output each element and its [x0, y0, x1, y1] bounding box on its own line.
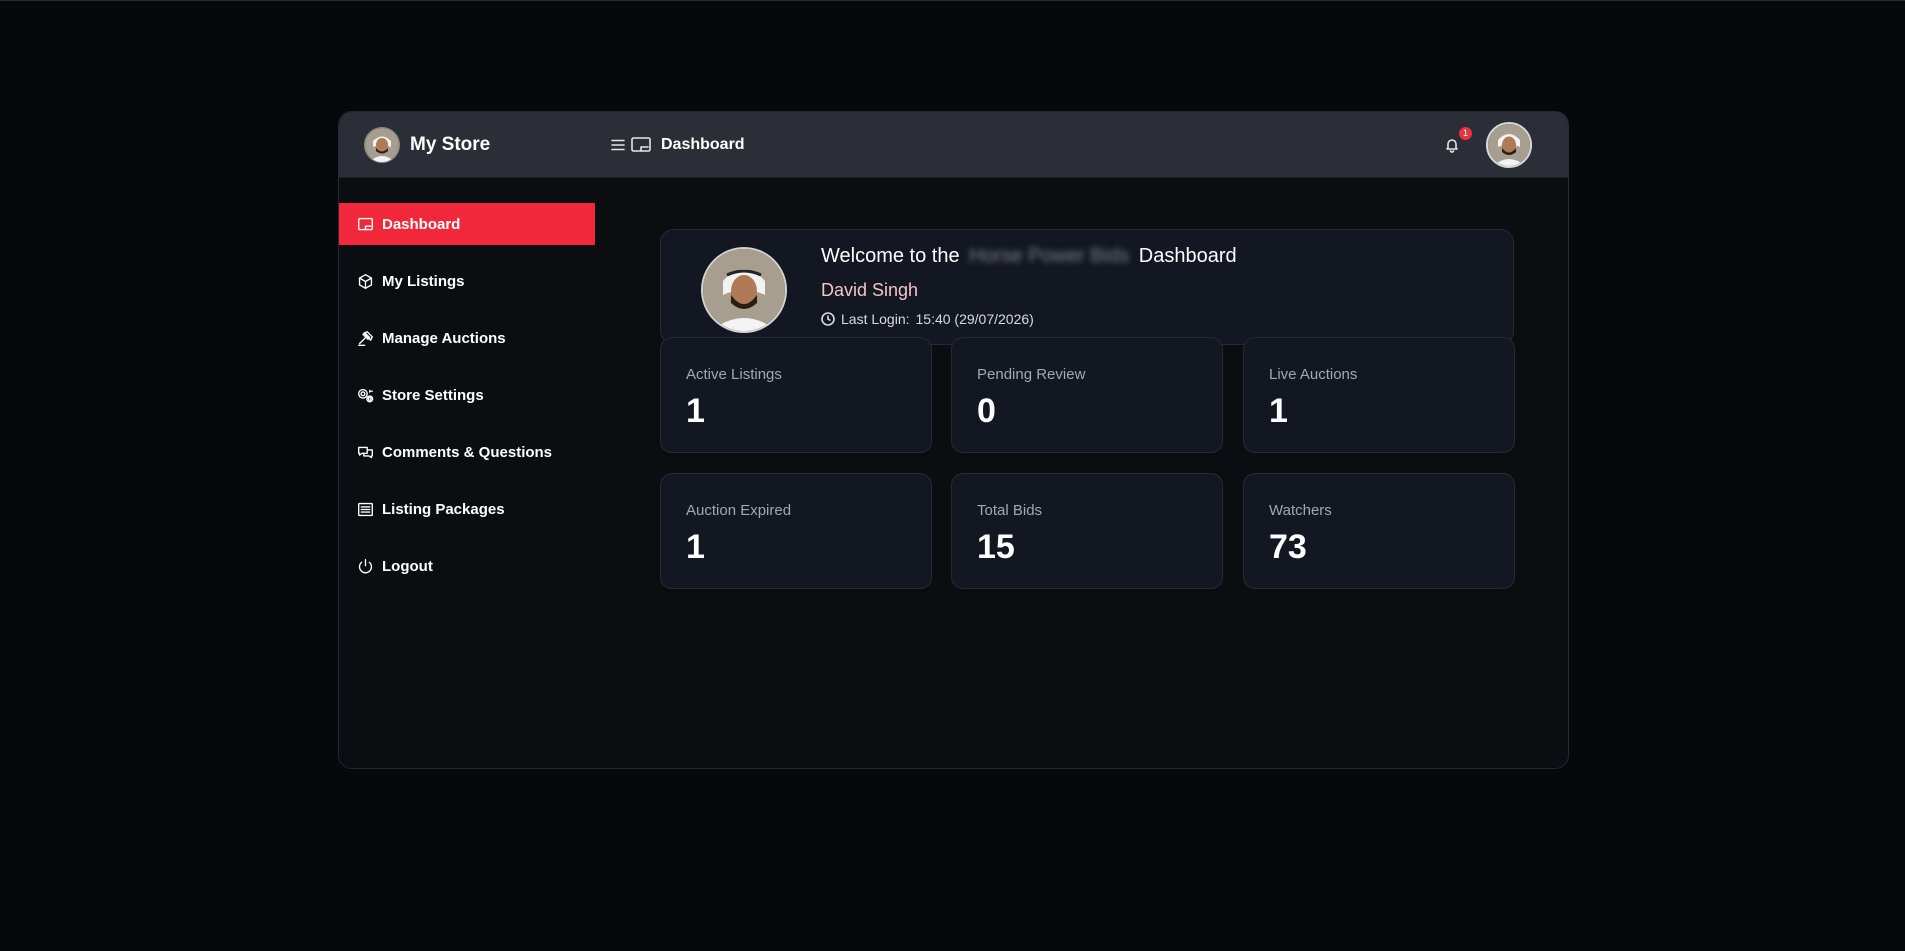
sidebar-item-logout[interactable]: Logout: [339, 545, 595, 587]
stat-label: Watchers: [1269, 502, 1332, 519]
stat-label: Total Bids: [977, 502, 1043, 519]
stat-value: 1: [686, 392, 705, 430]
notification-badge: 1: [1459, 126, 1472, 140]
dashboard-icon: [356, 215, 374, 233]
gavel-icon: [356, 329, 374, 347]
stat-card-active-listings[interactable]: Active Listings 1: [660, 337, 932, 453]
page: My Store Dashboard My Listings Manage Au…: [0, 0, 1905, 951]
top-bar: Dashboard 1: [595, 112, 1568, 178]
sidebar-item-label: Logout: [382, 557, 433, 575]
stat-label: Live Auctions: [1269, 366, 1358, 383]
settings-icon: [356, 386, 374, 404]
stat-label: Active Listings: [686, 366, 782, 383]
sidebar-item-label: Manage Auctions: [382, 329, 506, 347]
user-avatar[interactable]: [1486, 121, 1532, 168]
sidebar-item-my-listings[interactable]: My Listings: [339, 260, 595, 302]
sidebar-item-label: Listing Packages: [382, 500, 505, 518]
stat-card-total-bids[interactable]: Total Bids 15: [951, 473, 1223, 589]
last-login: Last Login: 15:40 (29/07/2026): [821, 311, 1237, 327]
sidebar-item-label: Dashboard: [382, 215, 461, 233]
sidebar-item-label: My Listings: [382, 272, 465, 290]
store-avatar: [364, 126, 400, 163]
main-content: Welcome to the Horse Power Bids Dashboar…: [595, 178, 1568, 768]
stat-value: 73: [1269, 528, 1307, 566]
sidebar-nav: Dashboard My Listings Manage Auctions St…: [339, 203, 595, 587]
blurred-brand-name: Horse Power Bids: [969, 245, 1130, 267]
welcome-text: Welcome to the Horse Power Bids Dashboar…: [821, 245, 1237, 327]
welcome-title-prefix: Welcome to the: [821, 245, 960, 267]
list-icon: [356, 500, 374, 518]
welcome-title: Welcome to the Horse Power Bids Dashboar…: [821, 245, 1237, 268]
stat-value: 1: [1269, 392, 1288, 430]
page-title: Dashboard: [661, 135, 745, 153]
notifications-button[interactable]: 1: [1442, 126, 1472, 155]
stat-card-live-auctions[interactable]: Live Auctions 1: [1243, 337, 1515, 453]
sidebar-item-label: Comments & Questions: [382, 443, 553, 461]
dashboard-icon: [631, 136, 651, 154]
clock-icon: [821, 312, 835, 326]
sidebar-item-manage-auctions[interactable]: Manage Auctions: [339, 317, 595, 359]
sidebar-item-listing-packages[interactable]: Listing Packages: [339, 488, 595, 530]
stat-card-watchers[interactable]: Watchers 73: [1243, 473, 1515, 589]
stat-card-auction-expired[interactable]: Auction Expired 1: [660, 473, 932, 589]
store-brand[interactable]: My Store: [339, 112, 595, 178]
stat-value: 1: [686, 528, 705, 566]
stat-label: Pending Review: [977, 366, 1086, 383]
bell-icon: [1446, 138, 1458, 153]
sidebar: My Store Dashboard My Listings Manage Au…: [339, 112, 596, 768]
sidebar-item-comments-questions[interactable]: Comments & Questions: [339, 431, 595, 473]
sidebar-item-store-settings[interactable]: Store Settings: [339, 374, 595, 416]
store-name: My Store: [410, 133, 491, 155]
box-icon: [356, 272, 374, 290]
last-login-value: 15:40 (29/07/2026): [915, 311, 1034, 327]
last-login-label: Last Login:: [841, 311, 910, 327]
welcome-avatar: [701, 247, 787, 333]
stat-label: Auction Expired: [686, 502, 792, 519]
top-bar-actions: 1: [1442, 121, 1532, 168]
menu-icon[interactable]: [611, 138, 625, 152]
welcome-title-suffix: Dashboard: [1138, 245, 1237, 267]
stat-value: 0: [977, 392, 996, 430]
stat-card-pending-review[interactable]: Pending Review 0: [951, 337, 1223, 453]
power-icon: [356, 557, 374, 575]
welcome-card: Welcome to the Horse Power Bids Dashboar…: [660, 229, 1514, 345]
stat-value: 15: [977, 528, 1015, 566]
user-name: David Singh: [821, 280, 919, 300]
chat-icon: [356, 443, 374, 461]
sidebar-item-dashboard[interactable]: Dashboard: [339, 203, 595, 245]
sidebar-item-label: Store Settings: [382, 386, 484, 404]
app-window: My Store Dashboard My Listings Manage Au…: [338, 111, 1569, 769]
